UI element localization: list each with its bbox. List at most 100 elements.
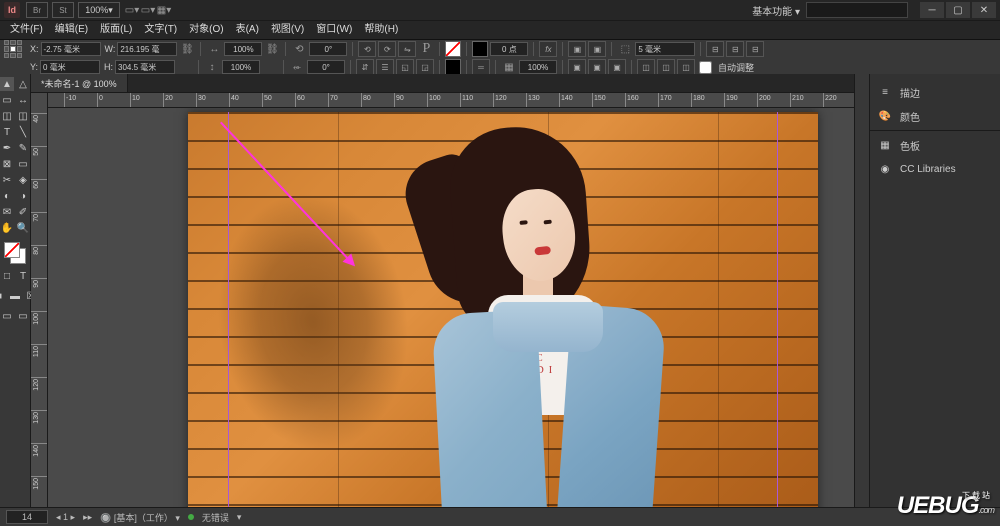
constrain-icon[interactable]: ⛓	[179, 41, 195, 57]
flip-h-button[interactable]: ⇋	[398, 41, 416, 57]
close-button[interactable]: ✕	[972, 2, 996, 18]
free-transform-tool[interactable]: ◈	[16, 173, 30, 187]
formatting-container-button[interactable]: ■	[0, 289, 6, 303]
menu-file[interactable]: 文件(F)	[4, 21, 49, 39]
w-input[interactable]: 216.195 毫	[117, 42, 177, 56]
flip-v-button[interactable]: ⇵	[356, 59, 374, 75]
page-arrows[interactable]: ◂ 1 ▸	[56, 512, 75, 523]
gradient-swatch-tool[interactable]: ◐	[0, 189, 14, 203]
apply-gradient-button[interactable]: T	[16, 269, 30, 283]
align-2-button[interactable]: ⊟	[726, 41, 744, 57]
zoom-tool[interactable]: 🔍	[16, 221, 30, 235]
pencil-tool[interactable]: ✎	[16, 141, 30, 155]
wrap-3-button[interactable]: ▣	[568, 59, 586, 75]
rotate-input[interactable]: 0°	[309, 42, 347, 56]
y-input[interactable]: 0 毫米	[40, 60, 100, 74]
menu-object[interactable]: 对象(O)	[183, 21, 229, 39]
rectangle-tool[interactable]: ▭	[16, 157, 30, 171]
panel-strip[interactable]	[854, 74, 869, 508]
select-content-button[interactable]: ◲	[416, 59, 434, 75]
align-3-button[interactable]: ⊟	[746, 41, 764, 57]
scale-x-input[interactable]: 100%	[224, 42, 262, 56]
wrap-2-button[interactable]: ▣	[588, 41, 606, 57]
line-tool[interactable]: ╲	[16, 125, 30, 139]
shear-input[interactable]: 0°	[307, 60, 345, 74]
wrap-1-button[interactable]: ▣	[568, 41, 586, 57]
placed-image[interactable]: LCAND I	[188, 112, 818, 508]
formatting-text-button[interactable]: ▬	[8, 289, 22, 303]
rectangle-frame-tool[interactable]: ⊠	[0, 157, 14, 171]
menu-type[interactable]: 文字(T)	[138, 21, 183, 39]
horizontal-ruler[interactable]: -100102030405060708090100110120130140150…	[48, 93, 854, 108]
arrange-button[interactable]: ☰	[376, 59, 394, 75]
page-tool[interactable]: ▭	[0, 93, 14, 107]
reference-point[interactable]	[4, 40, 22, 58]
menu-layout[interactable]: 版面(L)	[94, 21, 138, 39]
corner-icon[interactable]: ⬚	[617, 41, 633, 57]
canvas[interactable]: LCAND I	[48, 108, 854, 508]
content-collector-tool[interactable]: ◫	[0, 109, 14, 123]
content-placer-tool[interactable]: ◫	[16, 109, 30, 123]
menu-table[interactable]: 表(A)	[230, 21, 265, 39]
stroke-weight-input[interactable]: 0 点	[490, 42, 528, 56]
maximize-button[interactable]: ▢	[946, 2, 970, 18]
note-tool[interactable]: ✉	[0, 205, 14, 219]
link-scale-icon[interactable]: ⛓	[264, 41, 280, 57]
menu-edit[interactable]: 编辑(E)	[49, 21, 94, 39]
wrap-5-button[interactable]: ▣	[608, 59, 626, 75]
fit-2-button[interactable]: ◫	[657, 59, 675, 75]
rotate-ccw-button[interactable]: ⟲	[358, 41, 376, 57]
align-1-button[interactable]: ⊟	[706, 41, 724, 57]
direct-selection-tool[interactable]: △	[16, 77, 30, 91]
stock-button[interactable]: St	[52, 2, 74, 18]
screen-mode-icon[interactable]: ▭▾	[140, 2, 156, 18]
corner-input[interactable]: 5 毫米	[635, 42, 695, 56]
fit-1-button[interactable]: ◫	[637, 59, 655, 75]
fit-3-button[interactable]: ◫	[677, 59, 695, 75]
scissors-tool[interactable]: ✂	[0, 173, 14, 187]
panel-stroke[interactable]: ≡描边	[870, 80, 1000, 104]
vertical-ruler[interactable]: 405060708090100110120130140150	[31, 93, 48, 508]
arrange-icon[interactable]: ▦▾	[156, 2, 172, 18]
gradient-feather-tool[interactable]: ◑	[16, 189, 30, 203]
view-options-icon[interactable]: ▭▾	[124, 2, 140, 18]
rotate-cw-button[interactable]: ⟳	[378, 41, 396, 57]
search-input[interactable]	[806, 2, 908, 18]
panel-color[interactable]: 🎨颜色	[870, 104, 1000, 128]
zoom-select[interactable]: 100% ▾	[78, 2, 120, 18]
x-input[interactable]: -2.75 毫米	[41, 42, 101, 56]
document-tab[interactable]: *未命名-1 @ 100%	[31, 74, 128, 92]
menu-help[interactable]: 帮助(H)	[358, 21, 404, 39]
panel-cc-libraries[interactable]: ◉CC Libraries	[870, 157, 1000, 181]
stroke-style-button[interactable]: ═	[472, 59, 490, 75]
type-tool[interactable]: T	[0, 125, 14, 139]
panel-swatches[interactable]: ▦色板	[870, 133, 1000, 157]
opacity-input[interactable]: 100%	[519, 60, 557, 74]
fill-swatch-2[interactable]	[445, 59, 461, 75]
apply-color-button[interactable]: □	[0, 269, 14, 283]
preflight-profile[interactable]: 🔘 [基本]（工作） ▾	[100, 511, 180, 524]
scale-y-input[interactable]: 100%	[222, 60, 260, 74]
margin-guide-left[interactable]	[228, 112, 229, 508]
page[interactable]: LCAND I	[188, 112, 818, 508]
eyedropper-tool[interactable]: ✐	[16, 205, 30, 219]
page-nav-input[interactable]: 14	[6, 510, 48, 524]
autofit-checkbox[interactable]	[699, 61, 712, 74]
menu-view[interactable]: 视图(V)	[265, 21, 310, 39]
preview-button[interactable]: ▭	[16, 309, 30, 323]
menu-window[interactable]: 窗口(W)	[310, 21, 358, 39]
pen-tool[interactable]: ✒	[0, 141, 14, 155]
preflight-errors[interactable]: 无错误	[202, 511, 229, 524]
h-input[interactable]: 304.5 毫米	[115, 60, 175, 74]
workspace-name[interactable]: 基本功能 ▾	[752, 3, 800, 18]
margin-guide-right[interactable]	[777, 112, 778, 508]
bridge-button[interactable]: Br	[26, 2, 48, 18]
wrap-4-button[interactable]: ▣	[588, 59, 606, 75]
minimize-button[interactable]: ─	[920, 2, 944, 18]
fx-button[interactable]: fx	[539, 41, 557, 57]
fill-swatch[interactable]	[445, 41, 461, 57]
fill-stroke-swatch[interactable]	[4, 242, 26, 264]
normal-view-button[interactable]: ▭	[0, 309, 14, 323]
stroke-swatch[interactable]	[472, 41, 488, 57]
gap-tool[interactable]: ↔	[16, 93, 30, 107]
